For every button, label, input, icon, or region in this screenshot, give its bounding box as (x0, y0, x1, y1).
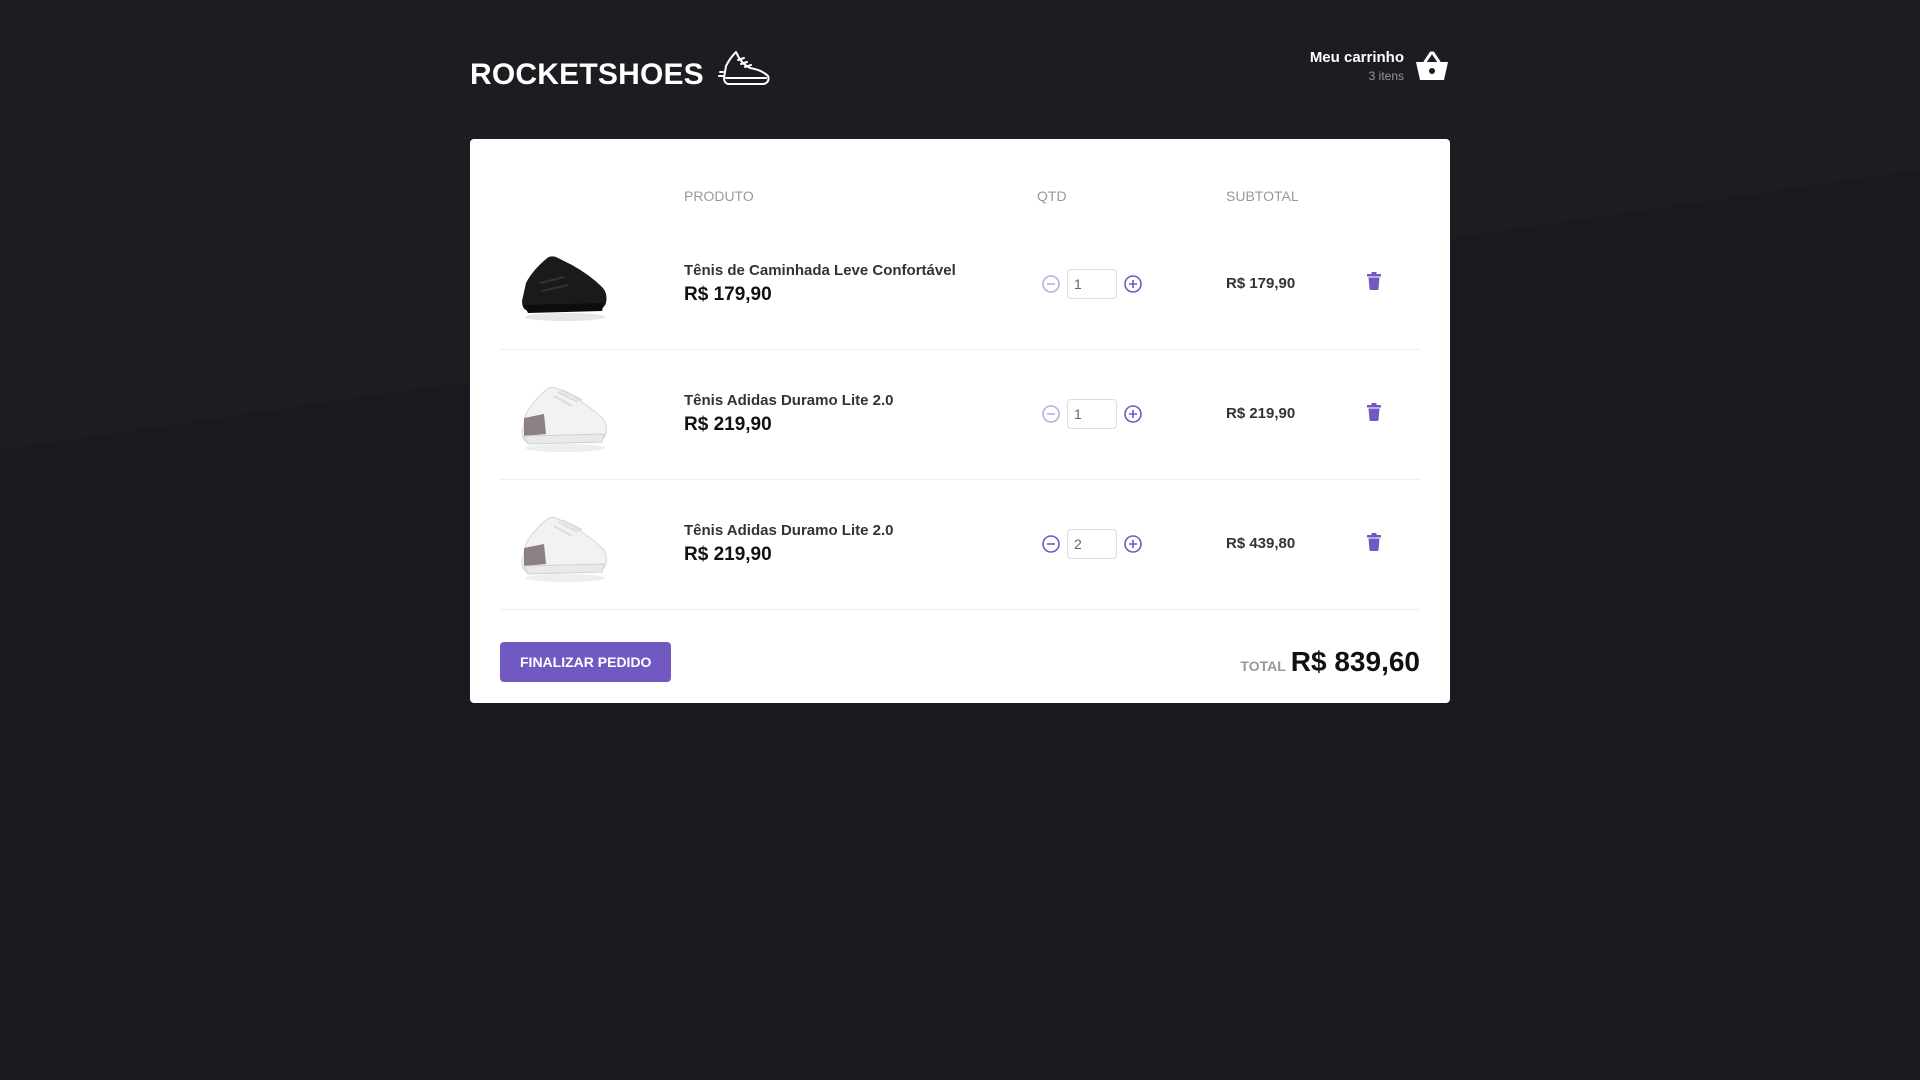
header-quantity: QTD (1037, 188, 1067, 204)
cart-panel: PRODUTO QTD SUBTOTAL Tênis de Caminhada … (470, 139, 1450, 703)
quantity-stepper (1041, 399, 1226, 429)
trash-icon[interactable] (1366, 272, 1382, 291)
white-sneaker-image (521, 516, 607, 582)
actions-cell (1361, 479, 1420, 610)
product-subtotal: R$ 219,90 (1226, 405, 1296, 422)
product-info-cell: Tênis Adidas Duramo Lite 2.0 R$ 219,90 (684, 349, 1037, 480)
shopping-basket-icon (1416, 51, 1448, 80)
minus-circle-icon[interactable] (1041, 274, 1061, 294)
header-image-column (500, 169, 684, 219)
product-image-cell (500, 349, 684, 480)
actions-cell (1361, 349, 1420, 480)
header-product: PRODUTO (684, 188, 754, 204)
subtotal-cell: R$ 219,90 (1226, 349, 1361, 480)
product-info-cell: Tênis Adidas Duramo Lite 2.0 R$ 219,90 (684, 479, 1037, 610)
product-price: R$ 219,90 (684, 544, 772, 565)
total: TOTAL R$ 839,60 (1240, 646, 1420, 678)
product-title: Tênis Adidas Duramo Lite 2.0 (684, 522, 894, 539)
product-title: Tênis Adidas Duramo Lite 2.0 (684, 392, 894, 409)
product-price: R$ 219,90 (684, 414, 772, 435)
cart-footer: FINALIZAR PEDIDO TOTAL R$ 839,60 (500, 641, 1420, 682)
product-image-cell (500, 219, 684, 350)
quantity-input[interactable] (1067, 268, 1117, 299)
minus-circle-icon[interactable] (1041, 534, 1061, 554)
page-container: ROCKETSHOES Meu carrinho 3 itens PRODUTO… (470, 0, 1450, 703)
quantity-input[interactable] (1067, 399, 1117, 429)
quantity-cell (1037, 219, 1226, 350)
quantity-cell (1037, 479, 1226, 610)
cart-title: Meu carrinho (1309, 48, 1404, 66)
quantity-input[interactable] (1067, 529, 1117, 559)
header-subtotal: SUBTOTAL (1226, 188, 1299, 204)
cart-table: PRODUTO QTD SUBTOTAL Tênis de Caminhada … (500, 169, 1420, 610)
black-sneaker-image (522, 256, 607, 322)
header: ROCKETSHOES Meu carrinho 3 itens (470, 0, 1450, 139)
product-image-cell (500, 479, 684, 610)
table-row: Tênis Adidas Duramo Lite 2.0 R$ 219,90 (500, 479, 1420, 610)
subtotal-cell: R$ 179,90 (1226, 219, 1361, 350)
quantity-stepper (1041, 268, 1226, 299)
subtotal-cell: R$ 439,80 (1226, 479, 1361, 610)
header-actions (1361, 169, 1420, 219)
white-sneaker-image (521, 386, 607, 452)
plus-circle-icon[interactable] (1123, 274, 1143, 294)
cart-count: 3 itens (1368, 68, 1404, 83)
trash-icon[interactable] (1366, 532, 1382, 551)
product-price: R$ 179,90 (684, 283, 772, 305)
trash-icon[interactable] (1366, 402, 1382, 421)
minus-circle-icon[interactable] (1041, 404, 1061, 424)
product-info-cell: Tênis de Caminhada Leve Confortável R$ 1… (684, 219, 1037, 350)
total-label: TOTAL (1240, 657, 1286, 674)
sneaker-logo-icon (717, 50, 770, 85)
product-title: Tênis de Caminhada Leve Confortável (684, 261, 956, 279)
quantity-cell (1037, 349, 1226, 480)
product-subtotal: R$ 439,80 (1226, 535, 1296, 552)
table-row: Tênis Adidas Duramo Lite 2.0 R$ 219,90 (500, 349, 1420, 480)
logo-text: ROCKETSHOES (470, 57, 704, 91)
actions-cell (1361, 219, 1420, 350)
cart-button[interactable]: Meu carrinho 3 itens (1310, 49, 1450, 83)
plus-circle-icon[interactable] (1123, 534, 1143, 554)
logo[interactable]: ROCKETSHOES (470, 48, 772, 92)
table-header-row: PRODUTO QTD SUBTOTAL (500, 169, 1420, 219)
product-subtotal: R$ 179,90 (1226, 274, 1296, 292)
plus-circle-icon[interactable] (1123, 404, 1143, 424)
cart-info: Meu carrinho 3 itens (1310, 49, 1404, 83)
table-row: Tênis de Caminhada Leve Confortável R$ 1… (500, 219, 1420, 350)
quantity-stepper (1041, 529, 1226, 559)
total-value: R$ 839,60 (1290, 645, 1420, 677)
finish-order-button[interactable]: FINALIZAR PEDIDO (500, 641, 672, 682)
